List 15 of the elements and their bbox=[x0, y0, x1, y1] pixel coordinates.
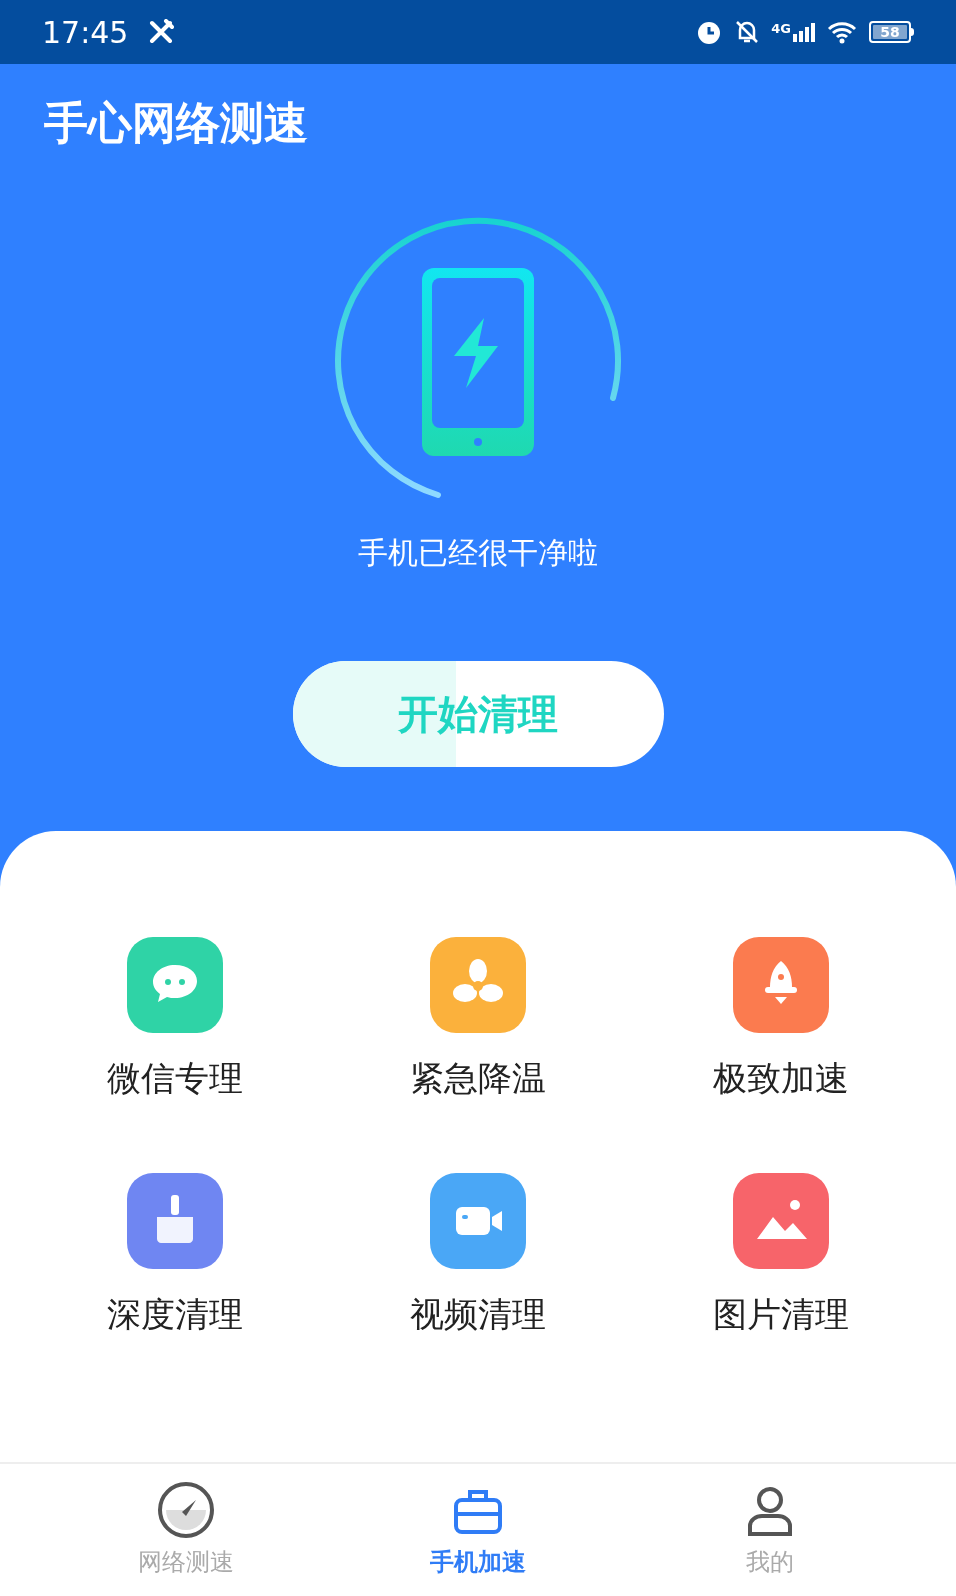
wifi-icon bbox=[827, 20, 857, 44]
nav-tab[interactable]: 手机加速 bbox=[332, 1464, 624, 1596]
tool-item[interactable]: 视频清理 bbox=[326, 1173, 630, 1331]
battery-level: 58 bbox=[880, 25, 900, 39]
gauge-icon bbox=[156, 1480, 216, 1540]
status-time: 17:45 bbox=[42, 13, 129, 52]
app-title: 手心网络测速 bbox=[44, 97, 308, 148]
tool-item[interactable]: 紧急降温 bbox=[326, 937, 630, 1095]
tool-item[interactable]: 图片清理 bbox=[629, 1173, 932, 1331]
tool-item[interactable]: 极致加速 bbox=[629, 937, 932, 1095]
tool-item[interactable]: 深度清理 bbox=[24, 1173, 327, 1331]
network-type: 4G bbox=[771, 22, 791, 35]
tool-item[interactable]: 微信专理 bbox=[24, 937, 327, 1095]
signal-icon bbox=[793, 22, 815, 42]
status-message: 手机已经很干净啦 bbox=[358, 534, 598, 572]
